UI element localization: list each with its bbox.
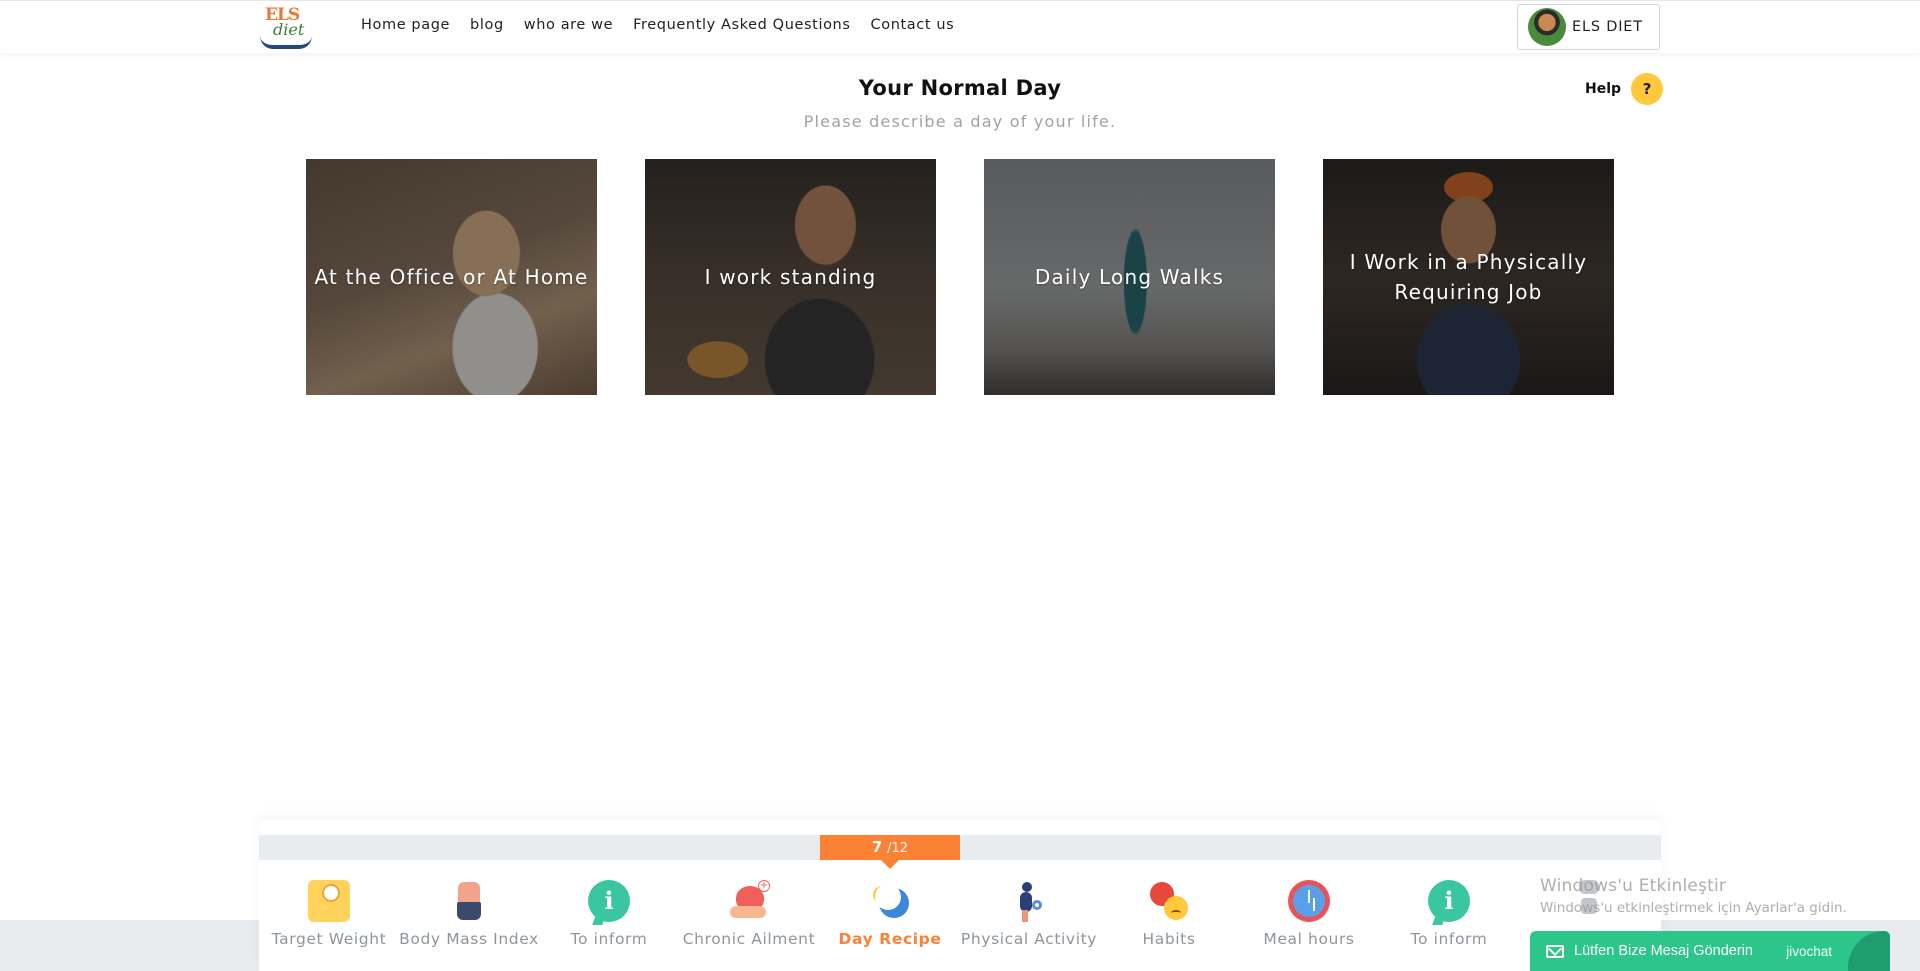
question-mark-icon: ?	[1631, 73, 1664, 105]
info-icon	[588, 880, 630, 922]
chat-brand: jivochat	[1786, 943, 1832, 959]
avatar	[1528, 8, 1566, 46]
body-icon	[448, 880, 490, 922]
clock-icon	[1288, 880, 1330, 922]
step-label: To inform	[570, 930, 648, 948]
info-icon	[1428, 880, 1470, 922]
option-card-physical-job[interactable]: I Work in a Physically Requiring Job	[1323, 159, 1614, 395]
step-day-recipe[interactable]: Day Recipe	[820, 880, 960, 948]
option-card-office-home[interactable]: At the Office or At Home	[306, 159, 597, 395]
nav-link-faq[interactable]: Frequently Asked Questions	[633, 17, 850, 33]
els-diet-logo[interactable]: ELS diet	[259, 5, 314, 49]
faces-icon	[1148, 880, 1190, 922]
heart-hand-icon: +	[728, 880, 770, 922]
user-name: ELS DIET	[1572, 19, 1643, 35]
exercise-icon	[1008, 880, 1050, 922]
chat-corner-icon	[1848, 931, 1890, 971]
option-card-work-standing[interactable]: I work standing	[645, 159, 936, 395]
step-label: Habits	[1142, 930, 1196, 948]
help-button[interactable]: Help ?	[1585, 73, 1664, 105]
live-chat-button[interactable]: Lütfen Bize Mesaj Gönderin jivochat	[1530, 931, 1890, 971]
option-label: I work standing	[704, 265, 877, 289]
option-label: Daily Long Walks	[1034, 265, 1225, 289]
step-progress-panel: 7 /12 Target Weight Body Mass Index To i…	[259, 820, 1661, 971]
option-label: I Work in a Physically Requiring Job	[1349, 250, 1588, 304]
step-label: Physical Activity	[960, 930, 1098, 948]
top-navigation-bar: ELS diet Home page blog who are we Frequ…	[0, 0, 1920, 53]
step-label: Meal hours	[1263, 930, 1355, 948]
progress-counter: 7 /12	[820, 835, 960, 860]
page-subtitle: Please describe a day of your life.	[803, 112, 1117, 131]
step-label: Target Weight	[271, 930, 387, 948]
step-physical-activity[interactable]: Physical Activity	[959, 880, 1099, 948]
nav-link-blog[interactable]: blog	[470, 17, 504, 33]
step-body-mass-index[interactable]: Body Mass Index	[399, 880, 539, 948]
step-list: Target Weight Body Mass Index To inform …	[259, 880, 1661, 971]
step-chronic-ailment[interactable]: + Chronic Ailment	[679, 880, 819, 948]
nav-link-home[interactable]: Home page	[361, 17, 450, 33]
page: ELS diet Home page blog who are we Frequ…	[0, 0, 1920, 971]
step-label: Body Mass Index	[399, 930, 539, 948]
option-card-long-walks[interactable]: Daily Long Walks	[984, 159, 1275, 395]
chat-label: Lütfen Bize Mesaj Gönderin	[1574, 943, 1753, 959]
nav-link-contact[interactable]: Contact us	[871, 17, 955, 33]
step-to-inform-2[interactable]: To inform	[1379, 880, 1519, 948]
envelope-icon	[1546, 944, 1564, 958]
progress-caret-icon	[881, 860, 899, 869]
step-habits[interactable]: Habits	[1099, 880, 1239, 948]
progress-track	[259, 835, 1661, 860]
scale-icon	[308, 880, 350, 922]
step-target-weight[interactable]: Target Weight	[259, 880, 399, 948]
step-label: To inform	[1410, 930, 1488, 948]
progress-total: /12	[887, 841, 909, 856]
nav-link-about[interactable]: who are we	[524, 17, 613, 33]
progress-current: 7	[871, 838, 883, 856]
option-label: At the Office or At Home	[314, 265, 589, 289]
step-label: Chronic Ailment	[682, 930, 816, 948]
user-menu-button[interactable]: ELS DIET	[1517, 4, 1660, 50]
main-nav: Home page blog who are we Frequently Ask…	[361, 17, 974, 33]
step-label: Day Recipe	[838, 930, 942, 948]
step-to-inform[interactable]: To inform	[539, 880, 679, 948]
help-label: Help	[1585, 81, 1622, 97]
step-meal-hours[interactable]: Meal hours	[1239, 880, 1379, 948]
robot-icon	[1577, 880, 1601, 916]
logo-bowl-icon	[260, 36, 312, 49]
sun-moon-icon	[869, 880, 911, 922]
